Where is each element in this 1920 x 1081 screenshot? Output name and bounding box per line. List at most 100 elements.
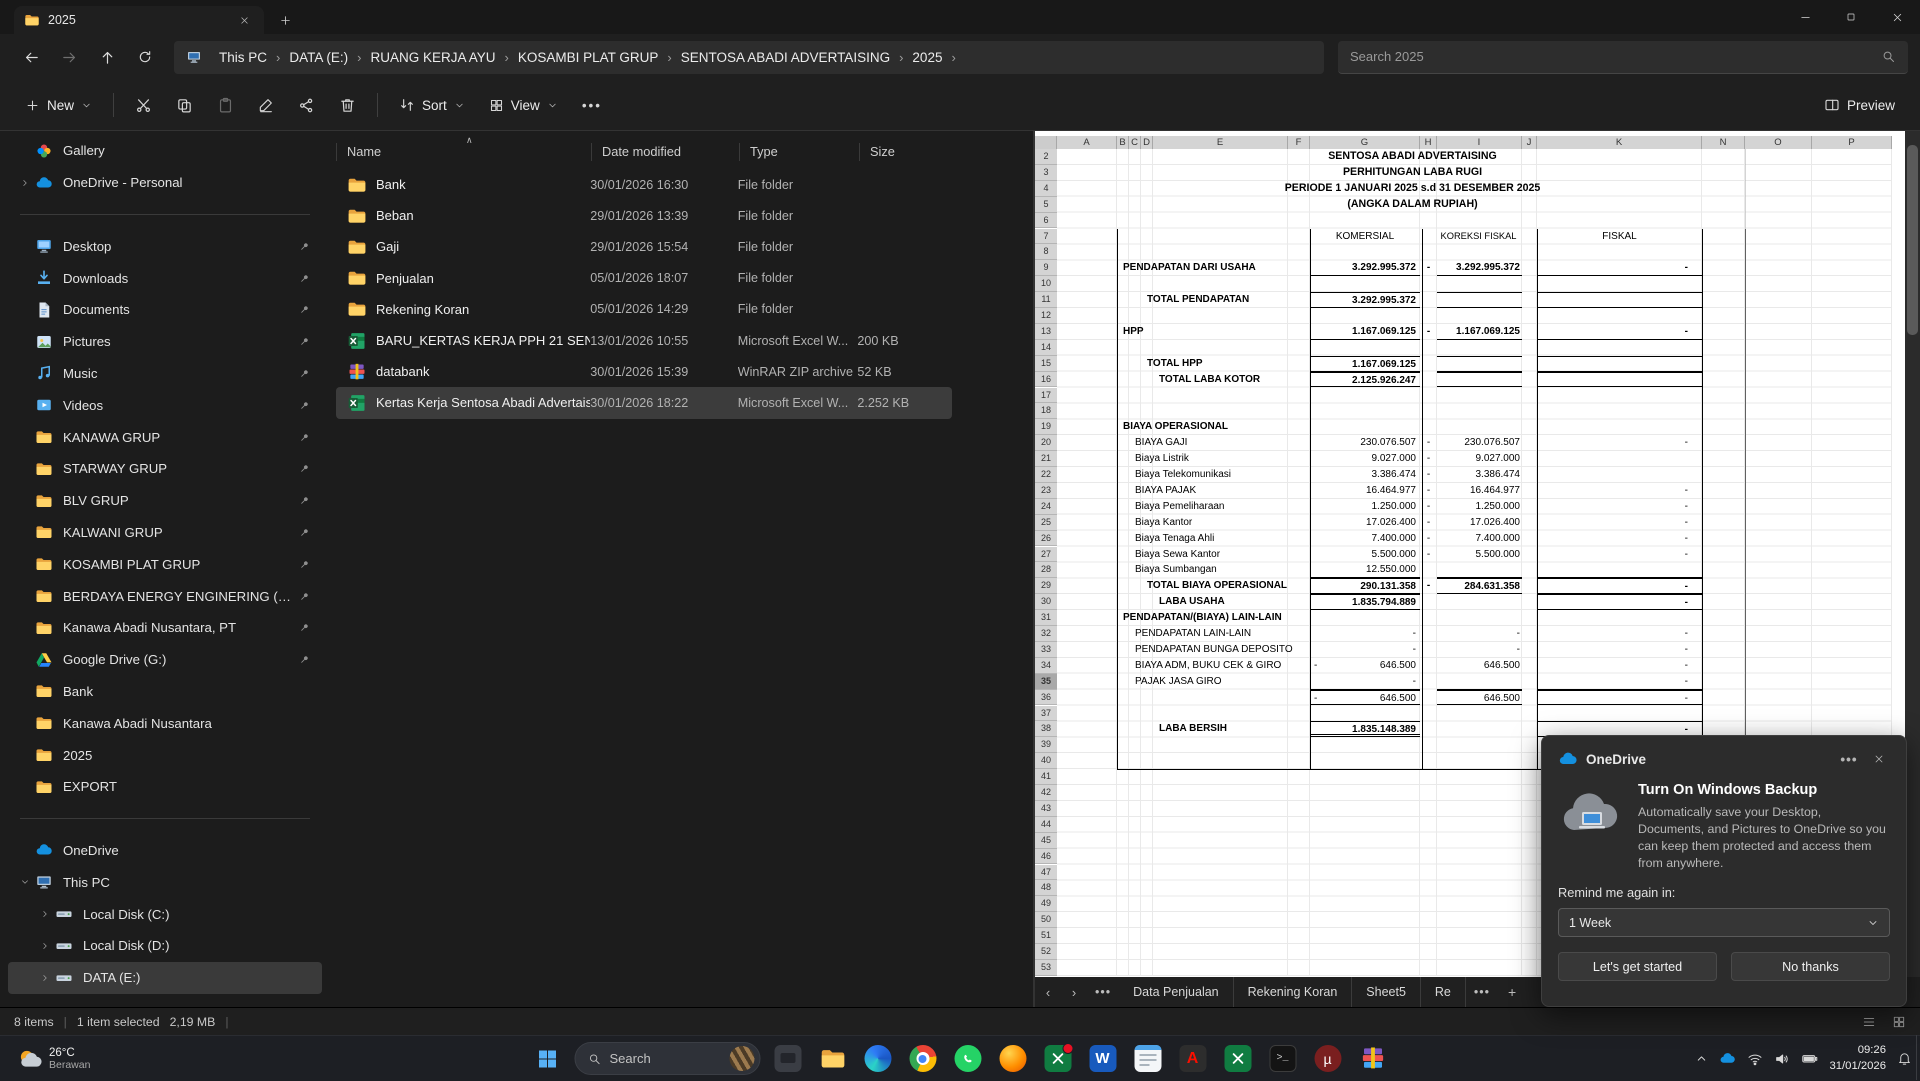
- breadcrumb-item-kosambi-plat-grup[interactable]: KOSAMBI PLAT GRUP: [512, 47, 665, 68]
- details-view-icon[interactable]: [1862, 1015, 1876, 1029]
- file-explorer-icon[interactable]: [815, 1041, 851, 1077]
- battery-icon[interactable]: [1801, 1050, 1818, 1067]
- breadcrumb-chevron-icon[interactable]: ›: [664, 50, 674, 65]
- notification-bell-icon[interactable]: [1897, 1051, 1912, 1066]
- breadcrumb-chevron-icon[interactable]: ›: [948, 50, 958, 65]
- sidebar-item-gallery[interactable]: Gallery: [8, 135, 322, 167]
- sidebar-item-onedrive-personal[interactable]: OneDrive - Personal: [8, 167, 322, 199]
- breadcrumb-chevron-icon[interactable]: ›: [273, 50, 283, 65]
- volume-icon[interactable]: [1774, 1051, 1790, 1067]
- sort-button[interactable]: Sort: [388, 87, 476, 123]
- sidebar-item-local-disk-d-[interactable]: Local Disk (D:): [8, 930, 322, 962]
- chevron-right-icon[interactable]: [36, 909, 54, 919]
- sheet-tab-sheet5[interactable]: Sheet5: [1352, 977, 1421, 1007]
- cut-button[interactable]: [124, 87, 163, 123]
- acrobat-icon[interactable]: A: [1175, 1041, 1211, 1077]
- breadcrumb-item-2025[interactable]: 2025: [906, 47, 948, 68]
- terminal-icon[interactable]: >_: [1265, 1041, 1301, 1077]
- copy-button[interactable]: [165, 87, 204, 123]
- tab-close-icon[interactable]: [234, 10, 254, 30]
- close-icon[interactable]: [1868, 748, 1890, 770]
- file-row[interactable]: Bank30/01/2026 16:30File folder: [336, 169, 952, 200]
- edge-icon[interactable]: [860, 1041, 896, 1077]
- whatsapp-icon[interactable]: [950, 1041, 986, 1077]
- new-tab-button[interactable]: [270, 7, 300, 33]
- weather-widget[interactable]: 26°C Berawan: [10, 1036, 96, 1081]
- breadcrumb-chevron-icon[interactable]: ›: [354, 50, 364, 65]
- onedrive-tray-icon[interactable]: [1719, 1050, 1736, 1067]
- chevron-right-icon[interactable]: [36, 973, 54, 983]
- taskbar-clock[interactable]: 09:2631/01/2026: [1829, 1043, 1886, 1074]
- minimize-button[interactable]: [1782, 0, 1828, 34]
- previous-sheet-button[interactable]: ‹: [1035, 985, 1061, 1000]
- sidebar-item-music[interactable]: Music: [8, 358, 322, 390]
- sidebar-item-kanawa-abadi-nusantara-pt[interactable]: Kanawa Abadi Nusantara, PT: [8, 612, 322, 644]
- file-row[interactable]: Penjualan05/01/2026 18:07File folder: [336, 263, 952, 294]
- sidebar-item-google-drive-g-[interactable]: Google Drive (G:): [8, 644, 322, 676]
- word-icon[interactable]: W: [1085, 1041, 1121, 1077]
- sidebar-item-berdaya-energy-enginering-bee-grup[interactable]: BERDAYA ENERGY ENGINERING (BEE) GRUP: [8, 580, 322, 612]
- sidebar-item-pictures[interactable]: Pictures: [8, 326, 322, 358]
- sidebar-item-onedrive[interactable]: OneDrive: [8, 835, 322, 867]
- sidebar-item-kalwani-grup[interactable]: KALWANI GRUP: [8, 517, 322, 549]
- file-row[interactable]: BARU_KERTAS KERJA PPH 21 SENTOSA A...13/…: [336, 325, 952, 356]
- add-sheet-button[interactable]: +: [1498, 984, 1526, 1000]
- sidebar-item-2025[interactable]: 2025: [8, 739, 322, 771]
- taskbar-search-box[interactable]: Search: [575, 1042, 761, 1075]
- sheet-tab-re[interactable]: Re: [1421, 977, 1466, 1007]
- wifi-icon[interactable]: [1747, 1051, 1763, 1067]
- view-button[interactable]: View: [478, 87, 569, 123]
- file-row[interactable]: Beban29/01/2026 13:39File folder: [336, 200, 952, 231]
- app-window-icon[interactable]: [770, 1041, 806, 1077]
- breadcrumb-item-data-e-[interactable]: DATA (E:): [283, 47, 354, 68]
- get-started-button[interactable]: Let's get started: [1558, 952, 1717, 981]
- next-sheet-button[interactable]: ›: [1061, 985, 1087, 1000]
- sidebar-item-desktop[interactable]: Desktop: [8, 230, 322, 262]
- sidebar-item-downloads[interactable]: Downloads: [8, 262, 322, 294]
- breadcrumb-item-sentosa-abadi-advertaising[interactable]: SENTOSA ABADI ADVERTAISING: [675, 47, 896, 68]
- remind-dropdown[interactable]: 1 Week: [1558, 908, 1890, 937]
- preview-toggle-button[interactable]: Preview: [1813, 87, 1906, 123]
- chrome-icon[interactable]: [905, 1041, 941, 1077]
- winrar-icon[interactable]: [1355, 1041, 1391, 1077]
- file-row[interactable]: Rekening Koran05/01/2026 14:29File folde…: [336, 294, 952, 325]
- sidebar-item-this-pc[interactable]: This PC: [8, 866, 322, 898]
- breadcrumb-item-ruang-kerja-ayu[interactable]: RUANG KERJA AYU: [364, 47, 501, 68]
- sidebar-item-kanawa-grup[interactable]: KANAWA GRUP: [8, 421, 322, 453]
- excel-notification-icon[interactable]: [1040, 1041, 1076, 1077]
- back-button[interactable]: [12, 40, 50, 74]
- chevron-down-icon[interactable]: [16, 877, 34, 887]
- chevron-up-icon[interactable]: [1695, 1052, 1708, 1065]
- file-row[interactable]: databank30/01/2026 15:39WinRAR ZIP archi…: [336, 356, 952, 387]
- sidebar-item-export[interactable]: EXPORT: [8, 771, 322, 803]
- search-input[interactable]: Search 2025: [1338, 41, 1908, 74]
- more-sheets-button[interactable]: •••: [1466, 985, 1498, 999]
- large-icons-view-icon[interactable]: [1892, 1015, 1906, 1029]
- preview-scrollbar[interactable]: [1905, 131, 1920, 977]
- sidebar-item-kanawa-abadi-nusantara[interactable]: Kanawa Abadi Nusantara: [8, 707, 322, 739]
- file-row[interactable]: Kertas Kerja Sentosa Abadi Advertaising …: [336, 387, 952, 418]
- file-row[interactable]: Gaji29/01/2026 15:54File folder: [336, 231, 952, 262]
- forward-button[interactable]: [50, 40, 88, 74]
- sidebar-item-data-e-[interactable]: DATA (E:): [8, 962, 322, 994]
- notepad-icon[interactable]: [1130, 1041, 1166, 1077]
- sidebar-item-local-disk-c-[interactable]: Local Disk (C:): [8, 898, 322, 930]
- breadcrumb-chevron-icon[interactable]: ›: [896, 50, 906, 65]
- column-header-name[interactable]: Name: [336, 143, 591, 161]
- maximize-button[interactable]: [1828, 0, 1874, 34]
- more-options-button[interactable]: •••: [571, 87, 613, 123]
- sidebar-item-videos[interactable]: Videos: [8, 389, 322, 421]
- firefox-icon[interactable]: [995, 1041, 1031, 1077]
- sidebar-item-starway-grup[interactable]: STARWAY GRUP: [8, 453, 322, 485]
- paste-button[interactable]: [206, 87, 245, 123]
- rename-button[interactable]: [247, 87, 285, 123]
- column-header-size[interactable]: Size: [859, 143, 954, 161]
- more-options-icon[interactable]: •••: [1838, 748, 1860, 770]
- breadcrumb-chevron-icon[interactable]: ›: [502, 50, 512, 65]
- show-desktop-button[interactable]: [1916, 1035, 1920, 1080]
- share-button[interactable]: [287, 87, 326, 123]
- column-header-date-modified[interactable]: Date modified: [591, 143, 739, 161]
- refresh-button[interactable]: [126, 40, 164, 74]
- chevron-right-icon[interactable]: [16, 178, 34, 188]
- no-thanks-button[interactable]: No thanks: [1731, 952, 1890, 981]
